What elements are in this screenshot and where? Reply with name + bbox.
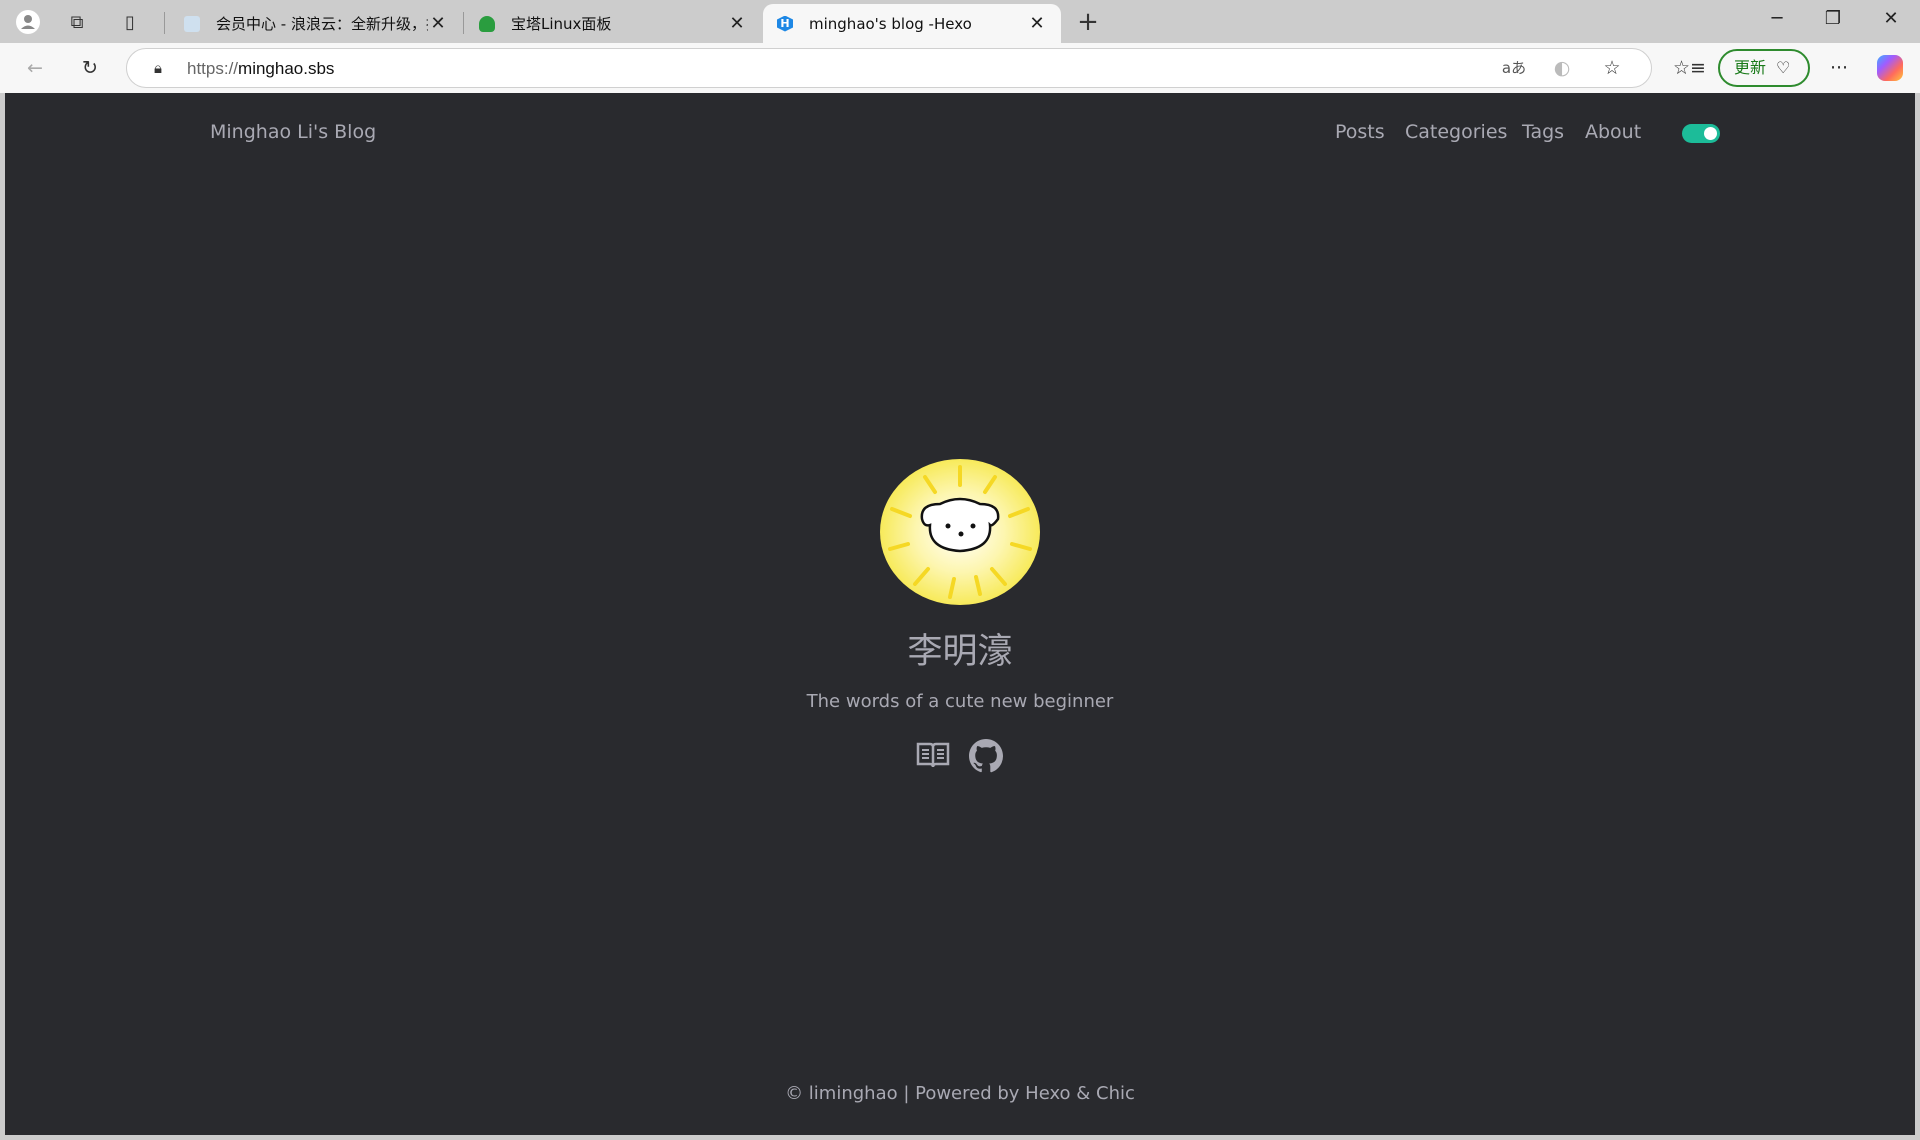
restore-icon[interactable]: ❐: [1813, 8, 1853, 36]
favorites-icon[interactable]: ☆≡: [1673, 53, 1706, 83]
minimize-icon[interactable]: ─: [1757, 8, 1797, 36]
theme-toggle[interactable]: [1682, 124, 1720, 143]
profile-icon[interactable]: [14, 8, 42, 36]
vertical-tabs-icon[interactable]: ▯: [116, 8, 144, 36]
back-icon[interactable]: ←: [20, 53, 50, 83]
tab-baota[interactable]: 宝塔Linux面板 ✕: [465, 4, 761, 43]
divider: [164, 12, 165, 34]
book-icon[interactable]: [915, 739, 951, 771]
toggle-knob: [1704, 127, 1717, 140]
baota-favicon-icon: [479, 15, 495, 32]
footer-text: © liminghao | Powered by Hexo & Chic: [785, 1083, 1135, 1104]
update-button[interactable]: 更新 ♡: [1718, 49, 1810, 87]
avatar: [880, 459, 1040, 605]
tab-blog[interactable]: H minghao's blog -Hexo ✕: [763, 4, 1061, 43]
browser-toolbar: ← ↻ 🔒︎ https://minghao.sbs aあ ◐ ☆ ☆≡ 更新 ♡…: [0, 43, 1920, 93]
url-host: minghao.sbs: [238, 59, 335, 78]
close-tab-icon[interactable]: ✕: [428, 13, 448, 34]
refresh-icon[interactable]: ↻: [75, 53, 105, 83]
health-icon: ♡: [1776, 58, 1791, 77]
edge-icon[interactable]: ◐: [1547, 53, 1577, 83]
new-tab-icon[interactable]: +: [1074, 7, 1102, 37]
collections-icon[interactable]: ⧉: [63, 8, 91, 36]
close-tab-icon[interactable]: ✕: [727, 13, 747, 34]
github-icon[interactable]: [969, 739, 1003, 773]
more-icon[interactable]: ···: [1824, 53, 1854, 83]
tab-lang[interactable]: 会员中心 - 浪浪云：全新升级，提 ✕: [170, 4, 462, 43]
social-links: [915, 739, 1003, 773]
tab-title: 宝塔Linux面板: [511, 15, 612, 33]
tab-title: 会员中心 - 浪浪云：全新升级，提: [216, 15, 428, 33]
nav-about[interactable]: About: [1585, 121, 1641, 143]
profile-description: The words of a cute new beginner: [806, 691, 1114, 712]
translate-icon[interactable]: aあ: [1499, 53, 1529, 83]
browser-tab-bar: ⧉ ▯ 会员中心 - 浪浪云：全新升级，提 ✕ 宝塔Linux面板 ✕ H mi…: [0, 0, 1920, 43]
hexo-favicon-icon: H: [777, 15, 793, 32]
close-window-icon[interactable]: ✕: [1871, 8, 1911, 36]
profile-name: 李明濠: [907, 632, 1013, 672]
nav-categories[interactable]: Categories: [1405, 121, 1507, 143]
site-brand-link[interactable]: Minghao Li's Blog: [210, 121, 376, 143]
divider: [463, 12, 464, 34]
update-label: 更新: [1734, 58, 1767, 77]
site-favicon-icon: [184, 15, 200, 32]
lock-icon[interactable]: 🔒︎: [143, 53, 173, 83]
url-scheme: https://: [187, 59, 239, 78]
close-tab-icon[interactable]: ✕: [1027, 13, 1047, 34]
url-text[interactable]: https://minghao.sbs: [187, 59, 334, 79]
blog-page: Minghao Li's Blog Posts Categories Tags …: [5, 93, 1915, 1135]
nav-posts[interactable]: Posts: [1335, 121, 1385, 143]
address-bar[interactable]: 🔒︎ https://minghao.sbs aあ ◐ ☆: [126, 48, 1652, 88]
nav-tags[interactable]: Tags: [1522, 121, 1564, 143]
tab-title: minghao's blog -Hexo: [809, 14, 972, 33]
favorite-star-icon[interactable]: ☆: [1597, 53, 1627, 83]
copilot-icon[interactable]: [1877, 55, 1903, 81]
